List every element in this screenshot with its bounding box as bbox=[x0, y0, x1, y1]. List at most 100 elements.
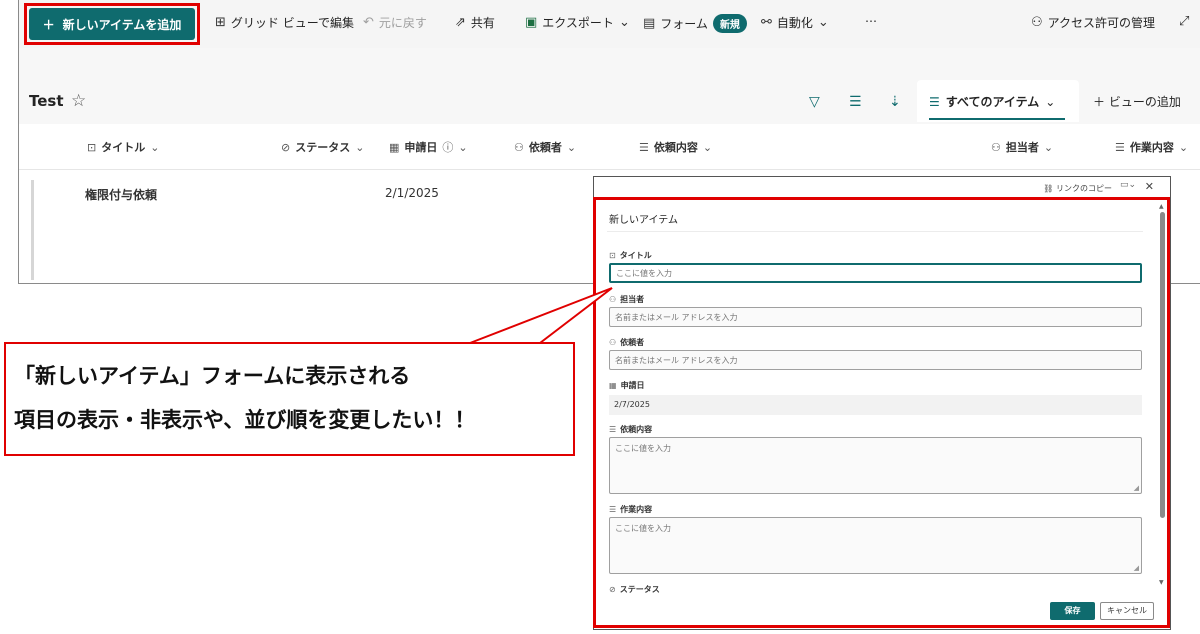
row-selection-bar bbox=[31, 180, 34, 280]
expand-icon: ⤢ bbox=[1179, 14, 1190, 29]
field-label-title: ⊡ タイトル bbox=[609, 250, 652, 261]
column-label: 申請日 bbox=[404, 141, 438, 154]
field-label-date: ▦ 申請日 bbox=[609, 380, 645, 391]
grid-edit-button[interactable]: ⊞ グリッド ビューで編集 bbox=[215, 14, 354, 31]
export-label: エクスポート bbox=[542, 16, 614, 30]
star-icon[interactable]: ☆ bbox=[71, 91, 86, 111]
grid-icon: ⊞ bbox=[215, 15, 226, 30]
more-button[interactable]: ⋯ bbox=[865, 14, 877, 28]
column-label: ステータス bbox=[295, 141, 351, 154]
view-tab-underline bbox=[929, 118, 1065, 120]
close-icon[interactable]: ✕ bbox=[1145, 180, 1154, 193]
form-scrollbar[interactable] bbox=[1160, 212, 1165, 518]
group-icon[interactable]: ☰ bbox=[849, 94, 862, 110]
multiline-text-icon: ☰ bbox=[609, 505, 617, 514]
copy-link-button[interactable]: ⛓ リンクのコピー bbox=[1043, 183, 1112, 194]
person-icon: ⚇ bbox=[1031, 15, 1043, 30]
work-content-textarea[interactable]: ここに値を入力 ◢ bbox=[609, 517, 1142, 574]
date-value[interactable]: 2/7/2025 bbox=[609, 395, 1142, 415]
add-view-label: ビューの追加 bbox=[1108, 95, 1181, 109]
forms-button[interactable]: ▤ フォーム 新規 bbox=[643, 14, 747, 33]
export-button[interactable]: ▣ エクスポート ⌄ bbox=[525, 14, 630, 31]
forms-label: フォーム bbox=[660, 17, 708, 31]
share-label: 共有 bbox=[470, 16, 495, 30]
chevron-down-icon: ⌄ bbox=[566, 140, 577, 154]
calendar-icon: ▦ bbox=[609, 381, 617, 390]
calendar-icon: ▦ bbox=[389, 140, 400, 154]
excel-icon: ▣ bbox=[525, 15, 538, 30]
callout-box: 「新しいアイテム」フォームに表示される 項目の表示・非表示や、並び順を変更したい… bbox=[4, 342, 575, 456]
automate-button[interactable]: ⚯ 自動化 ⌄ bbox=[761, 14, 829, 31]
undo-label: 元に戻す bbox=[378, 16, 427, 30]
chevron-down-icon: ⌄ bbox=[817, 15, 829, 30]
add-view-button[interactable]: ＋ ビューの追加 bbox=[1093, 93, 1181, 110]
person-icon: ⚇ bbox=[609, 295, 617, 304]
edit-form-icon[interactable]: ▭⌄ bbox=[1120, 180, 1136, 190]
column-header-assignee[interactable]: ⚇ 担当者 ⌄ bbox=[991, 139, 1053, 155]
text-field-icon: ⊡ bbox=[609, 251, 616, 260]
column-label: 作業内容 bbox=[1129, 141, 1174, 154]
view-tab-all-items[interactable]: ☰ すべてのアイテム ⌄ bbox=[917, 80, 1079, 122]
resize-handle-icon[interactable]: ◢ bbox=[1134, 564, 1139, 572]
automate-label: 自動化 bbox=[776, 16, 813, 30]
column-header-work-content[interactable]: ☰ 作業内容 ⌄ bbox=[1115, 139, 1188, 155]
check-circle-icon: ⊘ bbox=[609, 585, 616, 594]
scroll-up-icon[interactable]: ▲ bbox=[1159, 203, 1164, 210]
form-divider bbox=[607, 231, 1143, 232]
column-header-date[interactable]: ▦ 申請日 ⓘ ⌄ bbox=[389, 139, 468, 155]
row-title-cell[interactable]: 権限付与依頼 bbox=[85, 186, 157, 203]
check-circle-icon: ⊘ bbox=[281, 140, 291, 154]
share-button[interactable]: ⇗ 共有 bbox=[455, 14, 495, 31]
expand-button[interactable]: ⤢ bbox=[1179, 14, 1189, 29]
multiline-text-icon: ☰ bbox=[639, 140, 649, 154]
multiline-text-icon: ☰ bbox=[609, 425, 617, 434]
field-label-text: 依頼内容 bbox=[620, 425, 653, 434]
save-button[interactable]: 保存 bbox=[1050, 602, 1095, 620]
grid-edit-label: グリッド ビューで編集 bbox=[230, 16, 355, 30]
column-header-requester[interactable]: ⚇ 依頼者 ⌄ bbox=[514, 139, 576, 155]
copy-link-label: リンクのコピー bbox=[1056, 184, 1112, 193]
chevron-down-icon: ⌄ bbox=[355, 140, 365, 154]
column-label: 依頼内容 bbox=[653, 141, 698, 154]
view-name: すべてのアイテム bbox=[945, 95, 1040, 109]
manage-access-label: アクセス許可の管理 bbox=[1047, 16, 1156, 30]
chevron-down-icon: ⌄ bbox=[1043, 140, 1054, 154]
chevron-down-icon: ⌄ bbox=[458, 140, 468, 154]
view-tab-content: ☰ すべてのアイテム ⌄ bbox=[929, 93, 1055, 110]
title-input[interactable] bbox=[609, 263, 1142, 283]
panel-toolbar: ⛓ リンクのコピー ▭⌄ ✕ bbox=[594, 177, 1170, 197]
callout-text-line2: 項目の表示・非表示や、並び順を変更したい！！ bbox=[14, 408, 476, 432]
requester-input[interactable] bbox=[609, 350, 1142, 370]
person-icon: ⚇ bbox=[991, 140, 1001, 154]
column-header-title[interactable]: ⊡ タイトル ⌄ bbox=[87, 139, 159, 155]
more-label: ⋯ bbox=[865, 14, 877, 28]
undo-button[interactable]: ↶ 元に戻す bbox=[363, 14, 427, 31]
field-label-work-content: ☰ 作業内容 bbox=[609, 504, 652, 515]
column-header-status[interactable]: ⊘ ステータス ⌄ bbox=[281, 139, 364, 155]
field-label-text: 担当者 bbox=[620, 295, 645, 304]
field-label-text: 作業内容 bbox=[620, 505, 653, 514]
chevron-down-icon: ⌄ bbox=[618, 15, 630, 30]
sort-icon[interactable]: ⇣ bbox=[889, 94, 901, 110]
row-date-cell: 2/1/2025 bbox=[385, 186, 439, 200]
request-content-textarea[interactable]: ここに値を入力 ◢ bbox=[609, 437, 1142, 494]
flow-icon: ⚯ bbox=[761, 15, 772, 30]
chevron-down-icon: ⌄ bbox=[150, 140, 160, 154]
new-item-highlight-box bbox=[24, 3, 200, 45]
column-header-request-content[interactable]: ☰ 依頼内容 ⌄ bbox=[639, 139, 712, 155]
multiline-text-icon: ☰ bbox=[1115, 140, 1125, 154]
cancel-button[interactable]: キャンセル bbox=[1100, 602, 1154, 620]
scroll-down-icon[interactable]: ▼ bbox=[1159, 579, 1164, 586]
form-icon: ▤ bbox=[643, 16, 656, 31]
list-title: Test bbox=[29, 92, 64, 110]
filter-icon[interactable]: ▽ bbox=[809, 94, 820, 110]
link-icon: ⛓ bbox=[1043, 184, 1054, 193]
plus-icon: ＋ bbox=[1093, 95, 1106, 109]
screenshot-root: ＋ 新しいアイテムを追加 ⊞ グリッド ビューで編集 ↶ 元に戻す ⇗ 共有 ▣… bbox=[0, 0, 1200, 634]
field-label-requester: ⚇ 依頼者 bbox=[609, 337, 644, 348]
assignee-input[interactable] bbox=[609, 307, 1142, 327]
share-icon: ⇗ bbox=[455, 15, 466, 30]
resize-handle-icon[interactable]: ◢ bbox=[1134, 484, 1139, 492]
manage-access-button[interactable]: ⚇ アクセス許可の管理 bbox=[1031, 14, 1155, 31]
list-header: Test ☆ ▽ ☰ ⇣ ☰ すべてのアイテム ⌄ ＋ ビューの追加 bbox=[19, 48, 1200, 124]
